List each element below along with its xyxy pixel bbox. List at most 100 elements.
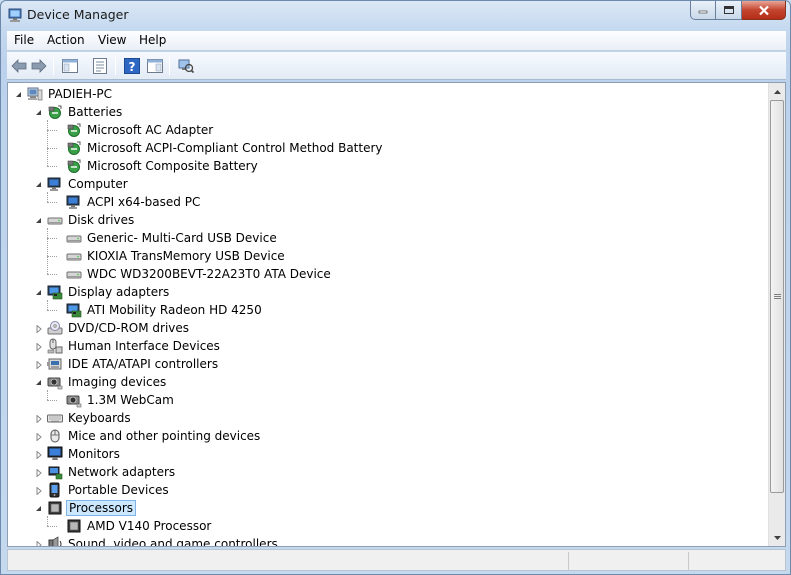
- category-label[interactable]: Imaging devices: [66, 374, 168, 390]
- expand-expander-icon[interactable]: [34, 360, 43, 369]
- device-manager-window: Device Manager File Action View Help ? P…: [0, 0, 791, 575]
- menu-view[interactable]: View: [95, 33, 129, 47]
- expand-expander-icon[interactable]: [34, 414, 43, 423]
- back-button[interactable]: [9, 56, 29, 76]
- tree-root-label[interactable]: PADIEH-PC: [46, 86, 114, 102]
- tree-connector: [47, 238, 57, 239]
- device-label[interactable]: WDC WD3200BEVT-22A23T0 ATA Device: [85, 266, 333, 282]
- tree-guide-line: [47, 516, 48, 526]
- tree-guide-line: [47, 120, 48, 166]
- tree-connector: [47, 400, 57, 401]
- category-label[interactable]: Sound, video and game controllers: [66, 536, 280, 546]
- maximize-button[interactable]: [716, 1, 742, 20]
- help-button[interactable]: ?: [122, 56, 142, 76]
- device-tree[interactable]: PADIEH-PC Batteries Microsoft AC Adapter M…: [7, 82, 786, 547]
- category-label[interactable]: Keyboards: [66, 410, 133, 426]
- maximize-icon: [723, 6, 734, 14]
- show-hide-tree-button[interactable]: [60, 56, 80, 76]
- tree-connector: [47, 274, 57, 275]
- category-label[interactable]: Portable Devices: [66, 482, 171, 498]
- collapse-expander-icon[interactable]: [34, 378, 43, 387]
- menu-help[interactable]: Help: [136, 33, 169, 47]
- forward-arrow-icon: [31, 59, 47, 73]
- tree-connector: [47, 166, 57, 167]
- expand-expander-icon[interactable]: [34, 342, 43, 351]
- action-pane-icon: [147, 59, 163, 73]
- device-label[interactable]: Microsoft Composite Battery: [85, 158, 260, 174]
- expand-expander-icon[interactable]: [34, 540, 43, 546]
- display-adapter-icon: [66, 303, 82, 318]
- network-adapter-icon: [48, 466, 63, 480]
- collapse-expander-icon[interactable]: [14, 90, 23, 99]
- category-label[interactable]: Computer: [66, 176, 130, 192]
- properties-button[interactable]: [90, 56, 110, 76]
- category-label[interactable]: Human Interface Devices: [66, 338, 222, 354]
- collapse-expander-icon[interactable]: [34, 180, 43, 189]
- help-icon: ?: [124, 58, 140, 74]
- camera-icon: [66, 395, 82, 408]
- status-separator: [568, 552, 569, 570]
- device-label[interactable]: 1.3M WebCam: [85, 392, 176, 408]
- category-label[interactable]: Mice and other pointing devices: [66, 428, 262, 444]
- collapse-expander-icon[interactable]: [34, 504, 43, 513]
- tree-guide-line: [47, 228, 48, 274]
- expand-expander-icon[interactable]: [34, 432, 43, 441]
- collapse-expander-icon[interactable]: [34, 108, 43, 117]
- back-arrow-icon: [11, 59, 27, 73]
- device-label[interactable]: ACPI x64-based PC: [85, 194, 202, 210]
- toolbar: ?: [7, 52, 786, 80]
- scroll-down-button[interactable]: [769, 529, 785, 546]
- title-bar[interactable]: Device Manager: [1, 1, 790, 29]
- collapse-expander-icon[interactable]: [34, 288, 43, 297]
- forward-button[interactable]: [29, 56, 49, 76]
- expand-expander-icon[interactable]: [34, 324, 43, 333]
- disk-drive-icon: [66, 253, 82, 261]
- tree-guide-line: [47, 192, 48, 202]
- battery-icon: [67, 141, 81, 155]
- category-label[interactable]: Display adapters: [66, 284, 171, 300]
- scroll-down-icon: [773, 535, 781, 540]
- device-label[interactable]: Microsoft ACPI-Compliant Control Method …: [85, 140, 385, 156]
- category-label[interactable]: Batteries: [66, 104, 124, 120]
- minimize-button[interactable]: [690, 1, 716, 20]
- category-label[interactable]: IDE ATA/ATAPI controllers: [66, 356, 220, 372]
- menu-file[interactable]: File: [11, 33, 37, 47]
- grip-icon: [773, 294, 781, 299]
- scrollbar-thumb[interactable]: [770, 100, 784, 493]
- category-label[interactable]: Disk drives: [66, 212, 136, 228]
- category-label[interactable]: Processors: [66, 500, 137, 516]
- category-label[interactable]: Monitors: [66, 446, 122, 462]
- close-icon: [758, 5, 769, 15]
- properties-icon: [93, 58, 107, 74]
- toolbar-separator: [115, 57, 116, 75]
- battery-icon: [67, 123, 81, 137]
- category-label[interactable]: Network adapters: [66, 464, 177, 480]
- tree-connector: [47, 256, 57, 257]
- device-label[interactable]: KIOXIA TransMemory USB Device: [85, 248, 287, 264]
- expand-expander-icon[interactable]: [34, 468, 43, 477]
- scroll-up-icon: [773, 89, 781, 94]
- expand-expander-icon[interactable]: [34, 450, 43, 459]
- expand-expander-icon[interactable]: [34, 486, 43, 495]
- status-bar: [7, 549, 786, 571]
- scroll-up-button[interactable]: [769, 83, 785, 100]
- scan-hardware-button[interactable]: [176, 56, 196, 76]
- action-pane-button[interactable]: [145, 56, 165, 76]
- close-button[interactable]: [742, 1, 786, 20]
- caption-buttons: [690, 1, 786, 20]
- collapse-expander-icon[interactable]: [34, 216, 43, 225]
- processor-icon: [67, 519, 81, 533]
- minimize-icon: [698, 10, 708, 14]
- hid-icon: [47, 338, 63, 354]
- device-label[interactable]: Generic- Multi-Card USB Device: [85, 230, 279, 246]
- vertical-scrollbar[interactable]: [768, 83, 785, 546]
- device-label[interactable]: AMD V140 Processor: [85, 518, 213, 534]
- menu-action[interactable]: Action: [44, 33, 88, 47]
- disk-drive-icon: [66, 271, 82, 279]
- device-label[interactable]: ATI Mobility Radeon HD 4250: [85, 302, 264, 318]
- show-hide-console-tree-icon: [62, 59, 78, 73]
- ide-controller-icon: [47, 358, 62, 370]
- toolbar-separator: [169, 57, 170, 75]
- device-label[interactable]: Microsoft AC Adapter: [85, 122, 215, 138]
- category-label[interactable]: DVD/CD-ROM drives: [66, 320, 191, 336]
